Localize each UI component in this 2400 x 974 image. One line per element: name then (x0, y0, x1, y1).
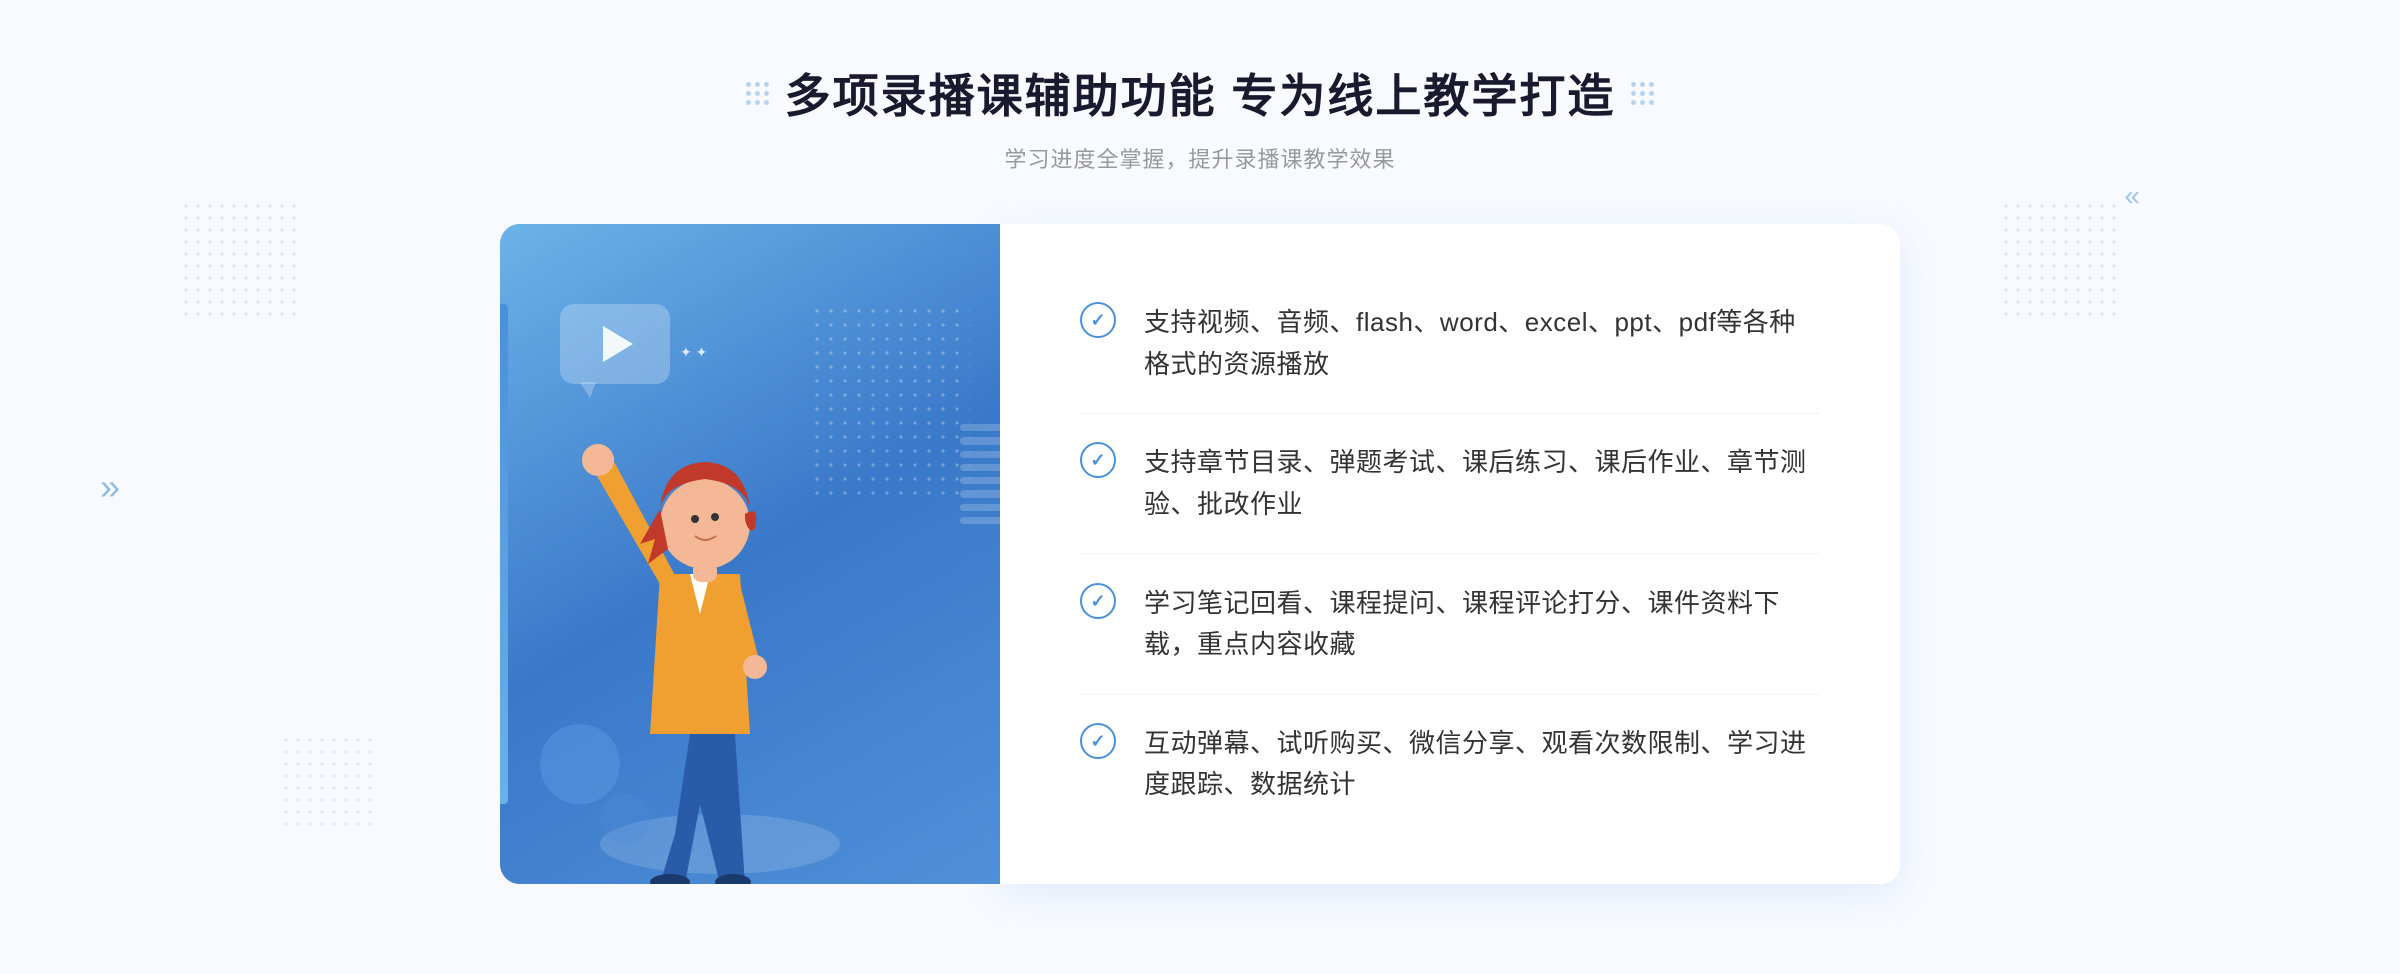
title-dots-left (746, 82, 769, 105)
feature-text-1: 支持视频、音频、flash、word、excel、ppt、pdf等各种格式的资源… (1144, 302, 1820, 385)
bg-dots-bottom-left (280, 734, 380, 834)
stripes-decoration (960, 424, 1000, 524)
check-icon-2: ✓ (1080, 442, 1116, 478)
feature-item-1: ✓ 支持视频、音频、flash、word、excel、ppt、pdf等各种格式的… (1080, 274, 1820, 414)
arrow-left-decoration: » (100, 466, 120, 508)
check-icon-3: ✓ (1080, 583, 1116, 619)
illustration-panel: ✦ ✦ (500, 224, 1000, 884)
bg-dots-right (2000, 200, 2120, 320)
main-content: ✦ ✦ (500, 224, 1900, 884)
check-mark-1: ✓ (1090, 311, 1105, 329)
blue-card: ✦ ✦ (500, 224, 1000, 884)
header-subtitle: 学习进度全掌握，提升录播课教学效果 (746, 142, 1655, 174)
feature-text-4: 互动弹幕、试听购买、微信分享、观看次数限制、学习进度跟踪、数据统计 (1144, 723, 1820, 806)
check-mark-3: ✓ (1090, 592, 1105, 610)
page-container: » « 多项录播课辅助功能 专为线上教学打造 (0, 0, 2400, 974)
accent-bar (500, 304, 508, 804)
feature-text-2: 支持章节目录、弹题考试、课后练习、课后作业、章节测验、批改作业 (1144, 442, 1820, 525)
check-icon-4: ✓ (1080, 723, 1116, 759)
feature-item-3: ✓ 学习笔记回看、课程提问、课程评论打分、课件资料下载，重点内容收藏 (1080, 555, 1820, 695)
circle-decoration-1 (540, 724, 620, 804)
check-mark-2: ✓ (1090, 451, 1105, 469)
content-panel: ✓ 支持视频、音频、flash、word、excel、ppt、pdf等各种格式的… (1000, 224, 1900, 884)
feature-text-3: 学习笔记回看、课程提问、课程评论打分、课件资料下载，重点内容收藏 (1144, 583, 1820, 666)
header-section: 多项录播课辅助功能 专为线上教学打造 学习进度全掌握，提升录播课教学效果 (746, 0, 1655, 174)
page-title: 多项录播课辅助功能 专为线上教学打造 (746, 60, 1655, 126)
bg-dots-left (180, 200, 300, 320)
circle-decoration-2 (600, 794, 650, 844)
feature-item-4: ✓ 互动弹幕、试听购买、微信分享、观看次数限制、学习进度跟踪、数据统计 (1080, 695, 1820, 834)
check-icon-1: ✓ (1080, 302, 1116, 338)
title-dots-right (1631, 82, 1654, 105)
feature-item-2: ✓ 支持章节目录、弹题考试、课后练习、课后作业、章节测验、批改作业 (1080, 414, 1820, 554)
check-mark-4: ✓ (1090, 732, 1105, 750)
arrow-right-decoration: « (2124, 180, 2140, 212)
